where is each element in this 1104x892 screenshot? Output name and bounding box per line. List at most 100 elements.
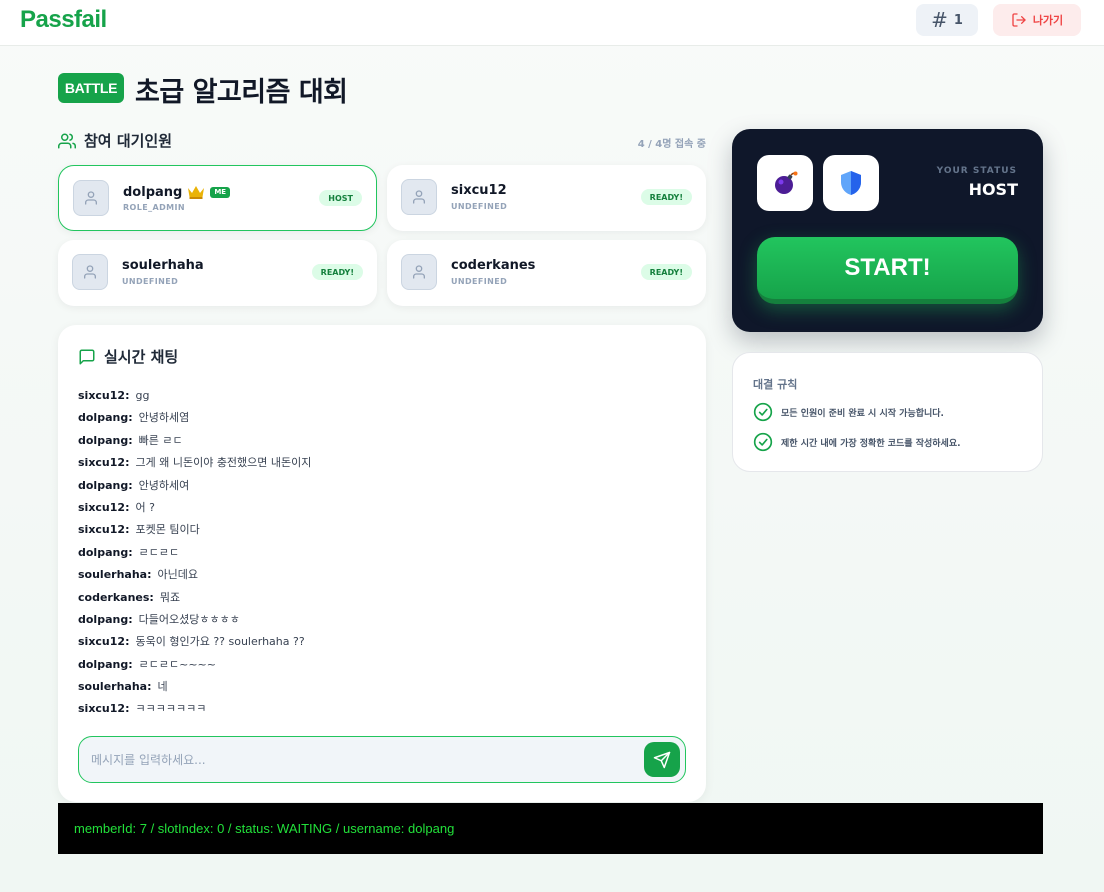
- chat-heading-label: 실시간 채팅: [104, 348, 179, 366]
- player-name-row: dolpang ME: [123, 184, 231, 200]
- chat-author: sixcu12: [78, 702, 126, 716]
- chat-separator: :: [128, 478, 133, 492]
- chat-text: 빠른 ㄹㄷ: [138, 433, 183, 447]
- chat-text: 어 ?: [135, 500, 155, 514]
- avatar: [72, 254, 108, 290]
- participants-heading-label: 참여 대기인원: [84, 132, 173, 150]
- rule-item: 제한 시간 내에 가장 정확한 코드를 작성하세요.: [753, 432, 961, 452]
- status-badge: READY!: [640, 264, 692, 280]
- check-circle-icon: [753, 432, 773, 452]
- send-icon: [653, 751, 671, 768]
- chat-text: ㅋㅋㅋㅋㅋㅋㅋ: [135, 702, 207, 716]
- chat-separator: :: [125, 702, 130, 716]
- chat-separator: :: [128, 612, 133, 626]
- chat-message: dolpang: ㄹㄷㄹㄷ~~~~: [78, 654, 678, 676]
- item-slot[interactable]: [823, 155, 879, 211]
- status-badge: READY!: [311, 264, 363, 280]
- chat-separator: :: [128, 545, 133, 559]
- chat-author: dolpang: [78, 545, 129, 559]
- chat-message: sixcu12: 그게 왜 니돈이야 충전했으면 내돈이지: [78, 452, 678, 474]
- rules-heading: 대결 규칙: [753, 378, 798, 391]
- user-icon: [413, 190, 425, 204]
- logout-icon: [1012, 13, 1026, 27]
- player-role: ROLE_ADMIN: [123, 203, 185, 212]
- player-name: coderkanes: [451, 258, 536, 273]
- top-bar: Passfail # 1 나가기: [0, 0, 1104, 46]
- rules-card: 대결 규칙 모든 인원이 준비 완료 시 시작 가능합니다. 제한 시간 내에 …: [732, 352, 1043, 472]
- crown-icon: [188, 186, 205, 199]
- player-role: UNDEFINED: [451, 202, 508, 211]
- chat-separator: :: [128, 657, 133, 671]
- shield-icon: [841, 171, 861, 195]
- chat-text: 아닌데요: [157, 568, 198, 582]
- hash-icon: #: [931, 8, 948, 32]
- send-button[interactable]: [644, 742, 680, 777]
- user-icon: [85, 191, 97, 205]
- rule-item: 모든 인원이 준비 완료 시 시작 가능합니다.: [753, 402, 944, 422]
- chat-author: dolpang: [78, 411, 129, 425]
- player-card[interactable]: sixcu12 UNDEFINED READY!: [387, 165, 706, 231]
- chat-text: ㄹㄷㄹㄷ~~~~: [138, 657, 216, 671]
- chat-separator: :: [125, 456, 130, 470]
- page-title: 초급 알고리즘 대회: [135, 77, 348, 108]
- chat-text: 그게 왜 니돈이야 충전했으면 내돈이지: [135, 456, 312, 470]
- chat-author: dolpang: [78, 657, 129, 671]
- chat-input[interactable]: [91, 747, 631, 773]
- chat-separator: :: [147, 568, 152, 582]
- chat-message: sixcu12: gg: [78, 385, 678, 407]
- leave-button[interactable]: 나가기: [993, 4, 1081, 36]
- player-card[interactable]: coderkanes UNDEFINED READY!: [387, 240, 706, 306]
- chat-author: dolpang: [78, 478, 129, 492]
- player-card[interactable]: soulerhaha UNDEFINED READY!: [58, 240, 377, 306]
- chat-author: sixcu12: [78, 635, 126, 649]
- player-name: dolpang: [123, 184, 183, 200]
- chat-author: sixcu12: [78, 523, 126, 537]
- bomb-icon: [775, 171, 798, 194]
- chat-separator: :: [125, 500, 130, 514]
- player-name-row: coderkanes: [451, 258, 535, 273]
- player-name: soulerhaha: [122, 258, 204, 273]
- rule-text: 제한 시간 내에 가장 정확한 코드를 작성하세요.: [781, 438, 961, 449]
- your-status-value: HOST: [968, 180, 1018, 199]
- chat-author: soulerhaha: [78, 568, 148, 582]
- online-count: 4 / 4명 접속 중: [637, 139, 706, 150]
- player-name-row: sixcu12: [451, 183, 507, 198]
- avatar: [73, 180, 109, 216]
- chat-message: soulerhaha: 아닌데요: [78, 564, 678, 586]
- player-name-row: soulerhaha: [122, 258, 204, 273]
- avatar: [401, 254, 437, 290]
- room-number-badge: # 1: [916, 4, 978, 36]
- users-icon: [58, 133, 76, 148]
- chat-separator: :: [125, 523, 130, 537]
- chat-author: dolpang: [78, 612, 129, 626]
- chat-heading: 실시간 채팅: [78, 346, 178, 367]
- chat-separator: :: [125, 389, 130, 402]
- chat-text: 안녕하세여: [138, 478, 190, 492]
- chat-message: sixcu12: 어 ?: [78, 497, 678, 519]
- participants-heading: 참여 대기인원: [58, 130, 172, 151]
- room-number: 1: [953, 12, 963, 28]
- chat-separator: :: [147, 680, 152, 694]
- chat-message-list[interactable]: sixcu12: gg dolpang: 안녕하세염 dolpang: 빠른 ㄹㄷ sixc…: [78, 385, 678, 721]
- chat-author: sixcu12: [78, 389, 126, 402]
- chat-text: 동욱이 형인가요 ?? soulerhaha ??: [135, 635, 305, 649]
- chat-message: dolpang: 다들어오셨당ㅎㅎㅎㅎ: [78, 609, 678, 631]
- chat-separator: :: [149, 590, 154, 604]
- chat-text: 안녕하세염: [138, 411, 190, 425]
- player-card[interactable]: dolpang ME ROLE_ADMIN HOST: [58, 165, 377, 231]
- chat-message: dolpang: ㄹㄷㄹㄷ: [78, 542, 678, 564]
- chat-author: sixcu12: [78, 500, 126, 514]
- user-icon: [413, 265, 425, 279]
- chat-message: dolpang: 안녕하세염: [78, 407, 678, 429]
- app-logo[interactable]: Passfail: [20, 6, 107, 34]
- chat-separator: :: [125, 635, 130, 649]
- chat-author: coderkanes: [78, 590, 150, 604]
- chat-text: gg: [135, 389, 150, 402]
- chat-message: coderkanes: 뭐죠: [78, 587, 678, 609]
- player-name: sixcu12: [451, 183, 507, 198]
- chat-bubble-icon: [79, 349, 95, 364]
- item-slot[interactable]: [757, 155, 813, 211]
- start-button[interactable]: START!: [757, 237, 1018, 304]
- chat-text: 포켓몬 팀이다: [135, 523, 200, 537]
- chat-author: soulerhaha: [78, 680, 148, 694]
